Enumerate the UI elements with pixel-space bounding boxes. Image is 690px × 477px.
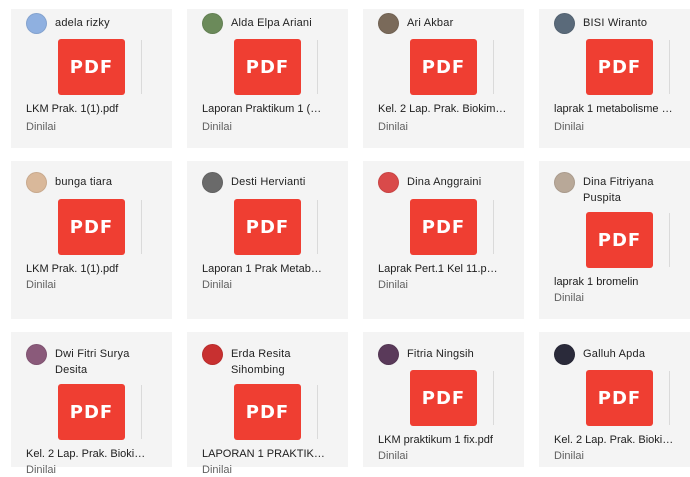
student-header: bunga tiara [26,172,168,193]
file-name[interactable]: Laporan Praktikum 1 (… [202,102,338,116]
file-name[interactable]: LAPORAN 1 PRAKTIK… [202,447,338,461]
divider [493,200,494,254]
pdf-file-icon[interactable]: PDF [586,39,653,95]
divider [493,40,494,94]
status-label: Dinilai [26,464,56,476]
submission-card[interactable]: Galluh Apda PDF Kel. 2 Lap. Prak. Bioki…… [539,332,690,467]
avatar [26,13,47,34]
divider [141,40,142,94]
avatar [554,172,575,193]
pdf-file-icon[interactable]: PDF [58,199,125,255]
pdf-file-icon[interactable]: PDF [410,199,477,255]
status-label: Dinilai [554,121,584,133]
student-name: Ari Akbar [407,17,454,29]
avatar [378,344,399,365]
file-name[interactable]: Kel. 2 Lap. Prak. Bioki… [26,447,162,461]
student-name: bunga tiara [55,176,113,188]
avatar [554,13,575,34]
status-label: Dinilai [378,121,408,133]
student-header: Ari Akbar [378,13,520,34]
student-name: Alda Elpa Ariani [231,17,312,29]
pdf-file-icon[interactable]: PDF [234,39,301,95]
avatar [202,13,223,34]
file-name[interactable]: Laprak Pert.1 Kel 11.p… [378,262,514,276]
student-header: Dina Anggraini [378,172,520,193]
student-name: Desti Hervianti [231,176,306,188]
file-name[interactable]: Kel. 2 Lap. Prak. Biokim… [378,102,514,116]
student-header: Galluh Apda [554,344,690,365]
student-header: Dina Fitriyana Puspita [554,172,690,206]
student-header: Alda Elpa Ariani [202,13,344,34]
status-label: Dinilai [202,464,232,476]
student-name: Dina Fitriyana Puspita [583,176,654,204]
divider [141,385,142,439]
status-label: Dinilai [202,279,232,291]
submission-card[interactable]: Desti Hervianti PDF Laporan 1 Prak Metab… [187,161,348,319]
status-label: Dinilai [378,279,408,291]
pdf-file-icon[interactable]: PDF [234,199,301,255]
pdf-file-icon[interactable]: PDF [586,212,653,268]
pdf-file-icon[interactable]: PDF [586,370,653,426]
status-label: Dinilai [26,121,56,133]
file-name[interactable]: laprak 1 bromelin [554,275,690,289]
status-label: Dinilai [378,450,408,462]
student-name: Galluh Apda [583,348,646,360]
student-header: Fitria Ningsih [378,344,520,365]
student-header: Desti Hervianti [202,172,344,193]
file-name[interactable]: Kel. 2 Lap. Prak. Bioki… [554,433,690,447]
file-name[interactable]: laprak 1 metabolisme … [554,102,690,116]
student-header: Erda Resita Sihombing [202,344,344,378]
file-name[interactable]: LKM Prak. 1(1).pdf [26,102,162,116]
submission-card[interactable]: BISI Wiranto PDF laprak 1 metabolisme … … [539,9,690,148]
pdf-file-icon[interactable]: PDF [410,370,477,426]
pdf-file-icon[interactable]: PDF [410,39,477,95]
divider [317,385,318,439]
divider [317,40,318,94]
pdf-file-icon[interactable]: PDF [234,384,301,440]
file-name[interactable]: LKM Prak. 1(1).pdf [26,262,162,276]
pdf-file-icon[interactable]: PDF [58,384,125,440]
pdf-file-icon[interactable]: PDF [58,39,125,95]
student-name: Erda Resita Sihombing [231,348,291,376]
avatar [378,13,399,34]
submission-card[interactable]: Dwi Fitri Surya Desita PDF Kel. 2 Lap. P… [11,332,172,476]
avatar [554,344,575,365]
avatar [202,172,223,193]
file-name[interactable]: LKM praktikum 1 fix.pdf [378,433,514,447]
divider [669,40,670,94]
student-name: Dwi Fitri Surya Desita [55,348,130,376]
submission-card[interactable]: Fitria Ningsih PDF LKM praktikum 1 fix.p… [363,332,524,467]
file-name[interactable]: Laporan 1 Prak Metab… [202,262,338,276]
status-label: Dinilai [26,279,56,291]
status-label: Dinilai [554,450,584,462]
student-name: adela rizky [55,17,110,29]
avatar [26,172,47,193]
submission-card[interactable]: Dina Anggraini PDF Laprak Pert.1 Kel 11.… [363,161,524,319]
submission-card[interactable]: Erda Resita Sihombing PDF LAPORAN 1 PRAK… [187,332,348,476]
student-name: BISI Wiranto [583,17,648,29]
divider [669,213,670,267]
avatar [378,172,399,193]
divider [669,371,670,425]
submission-card[interactable]: bunga tiara PDF LKM Prak. 1(1).pdf Dinil… [11,161,172,319]
student-name: Fitria Ningsih [407,348,474,360]
divider [493,371,494,425]
submission-card[interactable]: Dina Fitriyana Puspita PDF laprak 1 brom… [539,161,690,319]
student-header: Dwi Fitri Surya Desita [26,344,168,378]
status-label: Dinilai [554,292,584,304]
submission-card[interactable]: adela rizky PDF LKM Prak. 1(1).pdf Dinil… [11,9,172,148]
avatar [202,344,223,365]
avatar [26,344,47,365]
submission-card[interactable]: Alda Elpa Ariani PDF Laporan Praktikum 1… [187,9,348,148]
divider [141,200,142,254]
divider [317,200,318,254]
student-header: BISI Wiranto [554,13,690,34]
student-header: adela rizky [26,13,168,34]
student-name: Dina Anggraini [407,176,482,188]
status-label: Dinilai [202,121,232,133]
submission-card[interactable]: Ari Akbar PDF Kel. 2 Lap. Prak. Biokim… … [363,9,524,148]
